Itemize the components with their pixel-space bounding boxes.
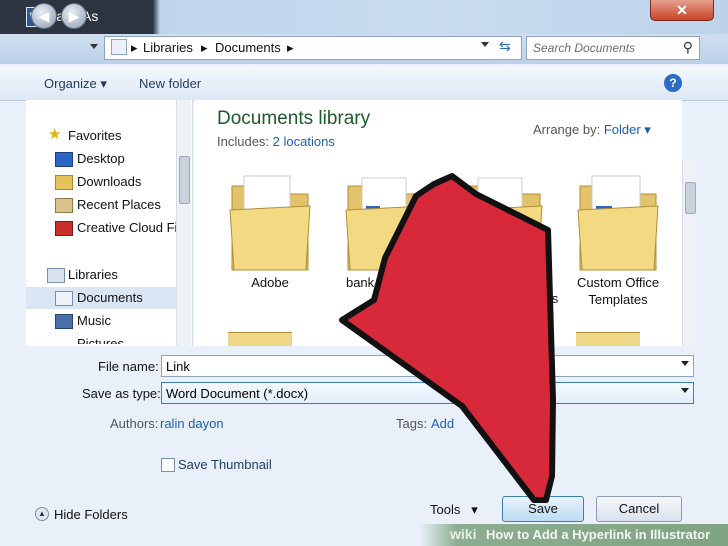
folder-icon-partial-2[interactable]: [576, 332, 640, 347]
save-thumbnail-label: Save Thumbnail: [178, 457, 272, 472]
desktop-icon: [55, 152, 73, 167]
file-name-field[interactable]: Link: [161, 355, 694, 377]
documents-icon: [55, 291, 73, 306]
folder-icon-three[interactable]: [460, 166, 544, 274]
organize-button[interactable]: Organize ▾: [44, 76, 107, 92]
breadcrumb-documents[interactable]: Documents: [215, 40, 281, 55]
forward-button[interactable]: ▶: [61, 3, 87, 29]
breadcrumb-libraries[interactable]: Libraries: [143, 40, 193, 55]
library-title: Documents library: [217, 108, 371, 129]
command-toolbar: [0, 66, 728, 101]
search-icon[interactable]: ⚲: [683, 39, 693, 56]
back-button[interactable]: ◀: [31, 3, 57, 29]
close-button[interactable]: ✕: [650, 0, 714, 21]
address-bar[interactable]: ▸ Libraries ▸ Documents ▸ ⇆: [104, 36, 522, 60]
save-thumbnail-checkbox[interactable]: [161, 458, 175, 472]
sidebar-item-recent-places[interactable]: Recent Places: [77, 197, 161, 212]
folder-label-adobe[interactable]: Adobe: [205, 274, 335, 291]
search-box[interactable]: Search Documents ⚲: [526, 36, 700, 60]
sidebar-item-desktop[interactable]: Desktop: [77, 151, 125, 166]
folder-icon-custom-office-templates[interactable]: [576, 166, 660, 274]
arrange-by: Arrange by: Folder ▾: [533, 122, 651, 137]
save-as-dialog: W Save As ✕ ◀ ▶ ▸ Libraries ▸ Documents …: [0, 0, 728, 546]
star-icon: ★: [48, 126, 62, 143]
folder-icon-partial[interactable]: [228, 332, 292, 347]
search-input[interactable]: Search Documents: [533, 41, 635, 55]
library-includes: Includes: 2 locations: [217, 134, 335, 149]
file-name-value: Link: [166, 359, 190, 374]
sidebar-item-downloads[interactable]: Downloads: [77, 174, 141, 189]
save-as-type-value: Word Document (*.docx): [166, 386, 309, 401]
recent-locations-dropdown-icon[interactable]: [90, 44, 98, 49]
content-scrollbar-thumb[interactable]: [685, 182, 696, 214]
refresh-icon[interactable]: ⇆: [499, 38, 511, 55]
downloads-folder-icon: [55, 175, 73, 190]
creative-cloud-icon: [55, 221, 73, 236]
sidebar-item-documents[interactable]: Documents: [77, 290, 143, 305]
title-bar: [0, 0, 728, 36]
save-as-type-select[interactable]: Word Document (*.docx): [161, 382, 694, 404]
content-scrollbar[interactable]: [682, 160, 697, 346]
sidebar-item-favorites[interactable]: Favorites: [68, 128, 121, 143]
save-as-type-dropdown-icon[interactable]: [681, 388, 689, 393]
watermark-brand: wiki: [450, 526, 477, 542]
libraries-location-icon: [111, 39, 127, 55]
sidebar-scrollbar-thumb[interactable]: [179, 156, 190, 204]
address-dropdown-icon[interactable]: [481, 42, 489, 47]
tags-value[interactable]: Add: [431, 416, 454, 431]
sidebar-item-music[interactable]: Music: [77, 313, 111, 328]
sidebar-item-pictures[interactable]: Pictures: [77, 336, 124, 344]
help-icon[interactable]: ?: [664, 74, 682, 92]
folder-label-custom-office[interactable]: Custom Office Templates: [553, 274, 683, 308]
tools-button[interactable]: Tools ▾: [430, 502, 478, 518]
save-as-type-label: Save as type:: [82, 386, 161, 401]
recent-places-icon: [55, 198, 73, 213]
folder-icon-bank-statements[interactable]: [344, 166, 428, 274]
sidebar-item-libraries[interactable]: Libraries: [68, 267, 118, 282]
sidebar-item-creative-cloud[interactable]: Creative Cloud Fil: [77, 220, 180, 235]
save-button[interactable]: Save: [502, 496, 584, 522]
arrange-by-dropdown[interactable]: Folder ▾: [604, 122, 651, 137]
file-name-dropdown-icon[interactable]: [681, 361, 689, 366]
authors-label: Authors:: [110, 416, 159, 431]
hide-folders-icon[interactable]: ▲: [35, 507, 49, 521]
sidebar-scrollbar[interactable]: [176, 100, 191, 346]
file-name-label: File name:: [98, 359, 159, 374]
hide-folders-button[interactable]: Hide Folders: [54, 507, 128, 522]
libraries-icon: [47, 268, 65, 283]
authors-value[interactable]: ralin dayon: [160, 416, 224, 431]
music-icon: [55, 314, 73, 329]
locations-link[interactable]: 2 locations: [273, 134, 335, 149]
cancel-button[interactable]: Cancel: [596, 496, 682, 522]
watermark-text: How to Add a Hyperlink in Illustrator: [486, 527, 711, 542]
watermark-bar: wiki How to Add a Hyperlink in Illustrat…: [420, 524, 728, 546]
tags-label: Tags:: [396, 416, 428, 431]
new-folder-button[interactable]: New folder: [139, 76, 201, 91]
folder-icon-adobe[interactable]: [228, 166, 312, 274]
folder-label-bank-statements[interactable]: bank stateme: [320, 274, 450, 291]
